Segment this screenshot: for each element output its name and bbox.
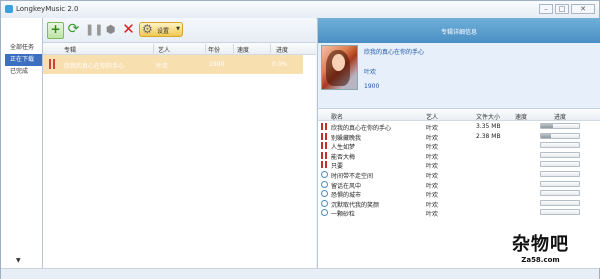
progress-bar bbox=[540, 161, 580, 168]
column-song[interactable]: 歌名 bbox=[331, 112, 343, 121]
progress-bar bbox=[540, 151, 580, 158]
progress-bar bbox=[540, 199, 580, 206]
track-list-header: 歌名 艺人 文件大小 速度 进度 bbox=[318, 109, 600, 121]
settings-label: 设置 bbox=[157, 28, 170, 35]
progress-bar bbox=[540, 209, 580, 216]
sidebar: 全部任务 正在下载 已完成 ▼ bbox=[1, 18, 43, 268]
sidebar-item-all-tasks[interactable]: 全部任务 bbox=[1, 42, 42, 54]
progress-bar bbox=[540, 123, 580, 129]
delete-icon[interactable]: ✕ bbox=[121, 22, 136, 37]
progress-bar bbox=[540, 171, 580, 177]
task-list-header: 专辑 艺人 年份 速度 进度 bbox=[43, 43, 316, 55]
pause-icon bbox=[49, 59, 56, 69]
progress-bar bbox=[540, 180, 580, 187]
task-list: 专辑 艺人 年份 速度 进度 欣我的真心在你的手心 叶欢 1900 0.0% bbox=[43, 43, 316, 268]
clock-icon bbox=[321, 199, 328, 207]
window-title: LongkeyMusic 2.0 bbox=[16, 5, 79, 13]
progress-fill bbox=[541, 124, 554, 128]
pause-icon bbox=[321, 142, 328, 150]
progress-bar bbox=[540, 132, 580, 139]
scroll-down-icon[interactable]: ▼ bbox=[16, 257, 21, 264]
track-artist: 叶欢 bbox=[426, 211, 439, 219]
list-item[interactable]: 留话在风中 叶欢 bbox=[318, 180, 600, 190]
list-item[interactable]: 恐惧的城市 叶欢 bbox=[318, 189, 600, 199]
sidebar-item-completed[interactable]: 已完成 bbox=[1, 66, 42, 78]
column-speed[interactable]: 速度 bbox=[237, 45, 249, 54]
pause-icon[interactable]: ❚❚ bbox=[85, 22, 103, 37]
pause-icon bbox=[321, 151, 328, 159]
settings-button[interactable]: ⚙ 设置 ▼ bbox=[139, 22, 183, 37]
refresh-icon[interactable]: ⟳ bbox=[66, 22, 81, 37]
clock-icon bbox=[321, 209, 328, 217]
album-artist: 叶欢 bbox=[364, 69, 377, 76]
pause-icon bbox=[321, 123, 328, 130]
album-info: 欣我的真心在你的手心 叶欢 1900 bbox=[318, 43, 600, 109]
table-row[interactable]: 欣我的真心在你的手心 叶欢 1900 0.0% bbox=[43, 55, 303, 74]
column-progress[interactable]: 进度 bbox=[276, 45, 288, 54]
list-item[interactable]: 别躲藏晚我 叶欢 2.38 MB bbox=[318, 132, 600, 142]
row-year: 1900 bbox=[209, 61, 225, 68]
column-size[interactable]: 文件大小 bbox=[476, 112, 500, 121]
track-name: 一颗砂粒 bbox=[331, 211, 356, 219]
list-item[interactable]: 沉默取代我的笑颜 叶欢 bbox=[318, 199, 600, 209]
list-item[interactable]: 时间带不走空间 叶欢 bbox=[318, 170, 600, 180]
list-item[interactable]: 欣我的真心在你的手心 叶欢 3.35 MB bbox=[318, 122, 600, 132]
watermark-text: 杂物吧 bbox=[512, 234, 569, 255]
clock-icon bbox=[321, 190, 328, 198]
watermark-url: Za58.com bbox=[521, 256, 560, 264]
add-task-button[interactable]: + bbox=[47, 22, 64, 39]
clock-icon bbox=[321, 171, 328, 178]
progress-bar bbox=[540, 142, 580, 149]
detail-header: 专辑详细信息 bbox=[318, 18, 600, 43]
track-size: 2.38 MB bbox=[476, 132, 501, 140]
clock-icon bbox=[321, 180, 328, 188]
progress-fill bbox=[541, 133, 551, 138]
row-progress: 0.0% bbox=[272, 61, 288, 68]
list-item[interactable]: 人生如梦 叶欢 bbox=[318, 141, 600, 151]
column-album[interactable]: 专辑 bbox=[64, 45, 76, 54]
watermark: 杂物吧 Za58.com bbox=[512, 230, 569, 264]
pause-icon bbox=[321, 132, 328, 140]
album-title: 欣我的真心在你的手心 bbox=[364, 49, 425, 56]
app-window: LongkeyMusic 2.0 – □ ✕ 全部任务 正在下载 已完成 ▼ +… bbox=[0, 0, 600, 279]
chevron-down-icon[interactable]: ▼ bbox=[176, 26, 180, 32]
column-year[interactable]: 年份 bbox=[208, 45, 220, 54]
gear-icon: ⚙ bbox=[142, 22, 153, 36]
close-button[interactable]: ✕ bbox=[571, 4, 595, 14]
column-speed[interactable]: 速度 bbox=[515, 112, 527, 121]
list-item[interactable]: 只要 叶欢 bbox=[318, 160, 600, 170]
minimize-button[interactable]: – bbox=[539, 4, 553, 14]
clear-icon[interactable]: ⬢ bbox=[103, 22, 118, 37]
progress-bar bbox=[540, 190, 580, 197]
list-item[interactable]: 一颗砂粒 叶欢 bbox=[318, 208, 600, 219]
title-bar[interactable]: LongkeyMusic 2.0 – □ ✕ bbox=[1, 1, 599, 19]
row-album: 欣我的真心在你的手心 bbox=[64, 63, 125, 70]
column-artist[interactable]: 艺人 bbox=[426, 112, 438, 121]
row-artist: 叶欢 bbox=[156, 63, 169, 70]
album-year: 1900 bbox=[364, 83, 380, 90]
pause-icon bbox=[321, 161, 328, 169]
detail-header-label: 专辑详细信息 bbox=[440, 29, 477, 36]
album-cover bbox=[321, 45, 358, 90]
column-artist[interactable]: 艺人 bbox=[158, 45, 170, 54]
app-icon bbox=[5, 5, 13, 13]
sidebar-item-downloading[interactable]: 正在下载 bbox=[5, 54, 42, 66]
maximize-button[interactable]: □ bbox=[555, 4, 569, 14]
track-size: 3.35 MB bbox=[476, 123, 501, 130]
list-item[interactable]: 能否大梅 叶欢 bbox=[318, 151, 600, 161]
status-bar bbox=[1, 268, 599, 279]
toolbar: + ⟳ ❚❚ ⬢ ✕ ⚙ 设置 ▼ bbox=[43, 18, 316, 43]
column-progress[interactable]: 进度 bbox=[554, 112, 566, 121]
